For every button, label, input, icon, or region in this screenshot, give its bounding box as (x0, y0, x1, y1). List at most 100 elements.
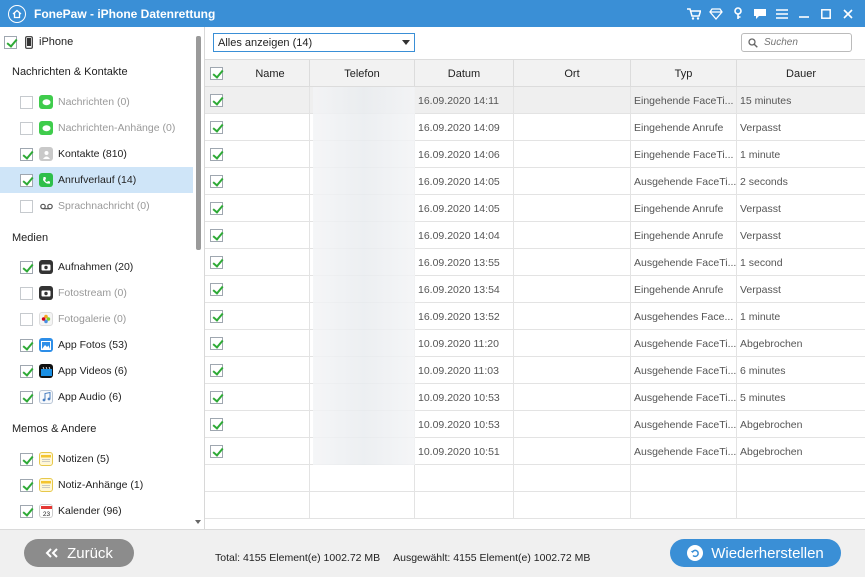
row-checkbox[interactable] (210, 391, 223, 404)
key-icon[interactable] (727, 0, 749, 27)
table-row[interactable]: 16.09.2020 13:54 Eingehende Anrufe Verpass… (205, 276, 865, 303)
row-checkbox-cell[interactable] (205, 411, 231, 438)
column-header-phone[interactable]: Telefon (310, 60, 415, 87)
column-header-name[interactable]: Name (231, 60, 310, 87)
sidebar-item-voicemail[interactable]: Sprachnachricht (0) (0, 193, 193, 219)
row-checkbox[interactable] (210, 256, 223, 269)
item-checkbox[interactable] (20, 504, 33, 518)
table-row[interactable]: 16.09.2020 13:52 Ausgehendes Face... 1 min… (205, 303, 865, 330)
table-row[interactable]: 16.09.2020 14:05 Eingehende Anrufe Verpass… (205, 195, 865, 222)
item-checkbox[interactable] (20, 147, 33, 161)
sidebar-item-photostream[interactable]: Fotostream (0) (0, 280, 193, 306)
table-row[interactable]: 10.09.2020 11:20 Ausgehende FaceTi... Abge… (205, 330, 865, 357)
row-checkbox[interactable] (210, 175, 223, 188)
sidebar-item-note-attachments[interactable]: Notiz-Anhänge (1) (0, 472, 193, 498)
item-checkbox[interactable] (20, 452, 33, 466)
sidebar-item-app-videos[interactable]: App Videos (6) (0, 358, 193, 384)
menu-icon[interactable] (771, 0, 793, 27)
select-all-cell[interactable] (205, 60, 231, 87)
sidebar-item-app-photos[interactable]: App Fotos (53) (0, 332, 193, 358)
search-box[interactable] (741, 33, 852, 52)
item-checkbox[interactable] (20, 173, 33, 187)
row-checkbox-cell[interactable] (205, 141, 231, 168)
item-checkbox[interactable] (20, 364, 33, 378)
column-header-duration[interactable]: Dauer (737, 60, 865, 87)
sidebar-item-call-history[interactable]: Anrufverlauf (14) (0, 167, 193, 193)
table-row[interactable]: 16.09.2020 14:05 Ausgehende FaceTi... 2 se… (205, 168, 865, 195)
table-row[interactable]: 10.09.2020 10:53 Ausgehende FaceTi... Abge… (205, 411, 865, 438)
row-checkbox[interactable] (210, 364, 223, 377)
item-checkbox[interactable] (20, 286, 33, 300)
search-input[interactable] (764, 37, 844, 48)
table-row[interactable] (205, 465, 865, 492)
close-icon[interactable] (837, 0, 859, 27)
device-row[interactable]: iPhone (4, 34, 73, 50)
row-checkbox-cell[interactable] (205, 87, 231, 114)
table-row[interactable]: 16.09.2020 14:06 Eingehende FaceTi... 1 mi… (205, 141, 865, 168)
item-checkbox[interactable] (20, 95, 33, 109)
scroll-down-arrow-icon[interactable] (195, 520, 201, 524)
minimize-icon[interactable] (793, 0, 815, 27)
chat-icon[interactable] (749, 0, 771, 27)
row-checkbox[interactable] (210, 148, 223, 161)
column-header-place[interactable]: Ort (514, 60, 631, 87)
row-checkbox[interactable] (210, 121, 223, 134)
sidebar-item-message-attachments[interactable]: Nachrichten-Anhänge (0) (0, 115, 193, 141)
column-header-date[interactable]: Datum (415, 60, 514, 87)
item-checkbox[interactable] (20, 260, 33, 274)
row-checkbox-cell[interactable] (205, 303, 231, 330)
table-row[interactable]: 16.09.2020 14:11 Eingehende FaceTi... 15 m… (205, 87, 865, 114)
row-checkbox[interactable] (210, 283, 223, 296)
row-checkbox[interactable] (210, 337, 223, 350)
row-checkbox-cell[interactable] (205, 384, 231, 411)
sidebar-item-notes[interactable]: Notizen (5) (0, 446, 193, 472)
row-checkbox-cell[interactable] (205, 465, 231, 492)
row-checkbox[interactable] (210, 418, 223, 431)
sidebar-item-recordings[interactable]: Aufnahmen (20) (0, 254, 193, 280)
row-checkbox-cell[interactable] (205, 195, 231, 222)
row-checkbox-cell[interactable] (205, 114, 231, 141)
row-checkbox-cell[interactable] (205, 168, 231, 195)
sidebar-item-photo-gallery[interactable]: Fotogalerie (0) (0, 306, 193, 332)
cart-icon[interactable] (683, 0, 705, 27)
table-row[interactable]: 10.09.2020 10:53 Ausgehende FaceTi... 5 mi… (205, 384, 865, 411)
select-all-checkbox[interactable] (210, 67, 223, 80)
table-row[interactable]: 16.09.2020 14:04 Eingehende Anrufe Verpass… (205, 222, 865, 249)
sidebar-scrollbar[interactable] (195, 30, 201, 524)
chevron-down-icon[interactable] (402, 40, 410, 45)
row-checkbox-cell[interactable] (205, 276, 231, 303)
maximize-icon[interactable] (815, 0, 837, 27)
table-row[interactable]: 10.09.2020 11:03 Ausgehende FaceTi... 6 mi… (205, 357, 865, 384)
sidebar-item-app-audio[interactable]: App Audio (6) (0, 384, 193, 410)
row-checkbox-cell[interactable] (205, 357, 231, 384)
sidebar-item-calendar[interactable]: 23 Kalender (96) (0, 498, 193, 524)
table-row[interactable]: 10.09.2020 10:51 Ausgehende FaceTi... Abge… (205, 438, 865, 465)
device-checkbox[interactable] (4, 35, 17, 49)
table-row[interactable] (205, 492, 865, 519)
item-checkbox[interactable] (20, 390, 33, 404)
item-checkbox[interactable] (20, 478, 33, 492)
item-checkbox[interactable] (20, 312, 33, 326)
row-checkbox[interactable] (210, 229, 223, 242)
column-header-type[interactable]: Typ (631, 60, 737, 87)
item-checkbox[interactable] (20, 121, 33, 135)
row-checkbox-cell[interactable] (205, 438, 231, 465)
row-checkbox[interactable] (210, 202, 223, 215)
row-checkbox-cell[interactable] (205, 222, 231, 249)
restore-button[interactable]: Wiederherstellen (670, 539, 841, 567)
table-row[interactable]: 16.09.2020 14:09 Eingehende Anrufe Verpass… (205, 114, 865, 141)
sidebar-item-messages[interactable]: Nachrichten (0) (0, 89, 193, 115)
filter-dropdown[interactable]: Alles anzeigen (14) (213, 33, 415, 52)
row-checkbox-cell[interactable] (205, 249, 231, 276)
item-checkbox[interactable] (20, 338, 33, 352)
table-row[interactable]: 16.09.2020 13:55 Ausgehende FaceTi... 1 se… (205, 249, 865, 276)
row-checkbox[interactable] (210, 94, 223, 107)
row-checkbox-cell[interactable] (205, 330, 231, 357)
row-checkbox[interactable] (210, 445, 223, 458)
sidebar-item-contacts[interactable]: Kontakte (810) (0, 141, 193, 167)
item-checkbox[interactable] (20, 199, 33, 213)
back-button[interactable]: Zurück (24, 539, 134, 567)
row-checkbox[interactable] (210, 310, 223, 323)
diamond-icon[interactable] (705, 0, 727, 27)
row-checkbox-cell[interactable] (205, 492, 231, 519)
